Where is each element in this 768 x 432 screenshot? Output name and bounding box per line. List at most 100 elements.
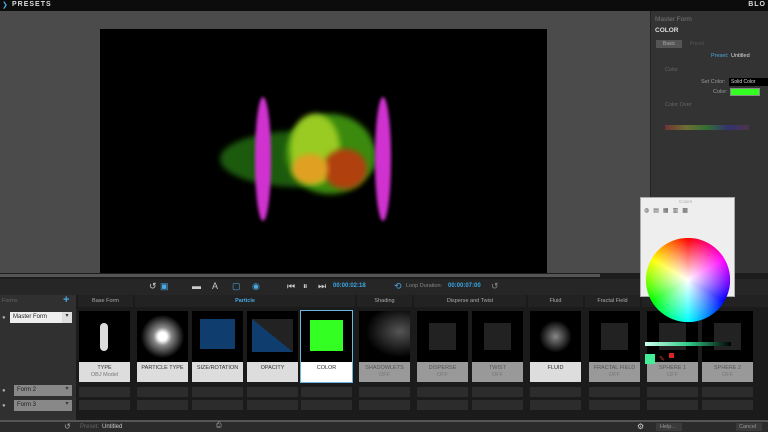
module-tile-particle-type[interactable]: PARTICLE TYPE xyxy=(137,311,188,382)
module-slot[interactable] xyxy=(417,400,468,410)
frame-icon[interactable]: ▢ xyxy=(232,281,241,292)
forms-panel: Forms + ● Master Form ▾ ● Form 2 ▾ ● Form … xyxy=(0,294,76,420)
module-slot[interactable] xyxy=(702,387,753,397)
module-title: TYPE xyxy=(97,365,112,371)
pause-icon[interactable]: ⏸ xyxy=(303,281,308,292)
color-wheel[interactable] xyxy=(645,237,731,323)
preset-value[interactable]: Untitled xyxy=(731,53,750,59)
module-slot[interactable] xyxy=(137,387,188,397)
reset-loop-icon[interactable]: ↺ xyxy=(491,281,499,292)
module-slot[interactable] xyxy=(589,400,640,410)
module-label: TYPE OBJ Model xyxy=(79,362,130,382)
section-base-form: Base Form xyxy=(78,295,133,307)
eyedropper-icon[interactable]: ✎ xyxy=(659,355,665,363)
tab-preset[interactable]: Preset xyxy=(684,40,710,48)
module-tile-type[interactable]: TYPE OBJ Model xyxy=(79,311,130,382)
form-select-3[interactable]: Form 3 ▾ xyxy=(14,400,72,411)
text-icon[interactable]: A xyxy=(212,281,218,291)
module-title: SHADOWLETS xyxy=(365,365,404,371)
module-slot[interactable] xyxy=(647,387,698,397)
gear-icon[interactable]: ⚙ xyxy=(637,422,644,431)
save-preset-icon[interactable]: ⎙ xyxy=(216,422,222,430)
module-slot[interactable] xyxy=(79,400,130,410)
help-button[interactable]: Help... xyxy=(656,423,682,431)
color-picker-window: Colors ◍▤▦▥▩ ✎ xyxy=(640,197,735,364)
module-label: SPHERE 1 OFF xyxy=(647,362,698,382)
module-title: TWIST xyxy=(488,365,507,371)
module-thumbnail xyxy=(417,311,468,362)
module-tile-sphere-2[interactable]: SPHERE 2 OFF xyxy=(702,311,753,382)
loop-label: Loop Duration: xyxy=(406,283,443,289)
module-title: PARTICLE TYPE xyxy=(141,365,184,371)
module-slot[interactable] xyxy=(702,400,753,410)
module-slot[interactable] xyxy=(192,387,243,397)
module-thumbnail xyxy=(589,311,640,362)
light-icon[interactable]: ▬ xyxy=(192,281,201,291)
module-title: SPHERE 1 xyxy=(658,365,687,371)
back-icon[interactable]: ❯ xyxy=(2,1,8,9)
loop-time[interactable]: 00:00:07:00 xyxy=(448,283,481,289)
camera-icon[interactable]: ▣ xyxy=(160,281,169,292)
cancel-button[interactable]: Cancel xyxy=(736,423,762,431)
module-slot[interactable] xyxy=(359,400,410,410)
module-tile-shadowlets[interactable]: SHADOWLETS OFF xyxy=(359,311,410,382)
module-slot[interactable] xyxy=(417,387,468,397)
form-name: Master Form xyxy=(10,312,62,323)
module-slot[interactable] xyxy=(301,387,352,397)
set-color-label: Set Color: xyxy=(701,79,726,85)
eye-icon[interactable]: ● xyxy=(2,315,6,321)
module-thumbnail xyxy=(472,311,523,362)
module-slot[interactable] xyxy=(589,387,640,397)
form-select-2[interactable]: Form 2 ▾ xyxy=(14,385,72,396)
color-swatch[interactable] xyxy=(730,88,760,96)
module-tile-fractal-field[interactable]: FRACTAL FIELD OFF xyxy=(589,311,640,382)
module-slot[interactable] xyxy=(530,400,581,410)
skip-forward-icon[interactable]: ⏭ xyxy=(318,281,326,292)
module-tile-opacity[interactable]: OPACITY xyxy=(247,311,298,382)
add-form-button[interactable]: + xyxy=(63,294,69,306)
module-tile-disperse[interactable]: DISPERSE OFF xyxy=(417,311,468,382)
module-slot[interactable] xyxy=(530,387,581,397)
eye-icon[interactable]: ◉ xyxy=(252,281,260,292)
set-color-select[interactable]: Solid Color xyxy=(729,78,768,86)
eye-icon[interactable]: ● xyxy=(2,388,6,394)
module-slot[interactable] xyxy=(647,400,698,410)
picker-mode-tabs[interactable]: ◍▤▦▥▩ xyxy=(644,207,692,214)
chevron-down-icon[interactable]: ▾ xyxy=(62,385,72,396)
module-thumbnail xyxy=(247,311,298,362)
module-slot[interactable] xyxy=(137,400,188,410)
module-slot[interactable] xyxy=(247,400,298,410)
form-select-master[interactable]: Master Form ▾ xyxy=(10,312,72,323)
chevron-down-icon[interactable]: ▾ xyxy=(62,312,72,323)
module-slot[interactable] xyxy=(301,400,352,410)
saved-color-swatch[interactable] xyxy=(669,353,674,358)
module-tile-fluid[interactable]: FLUID xyxy=(530,311,581,382)
module-tile-twist[interactable]: TWIST OFF xyxy=(472,311,523,382)
section-fluid: Fluid xyxy=(528,295,583,307)
module-label: COLOR xyxy=(301,362,352,382)
chevron-down-icon[interactable]: ▾ xyxy=(62,400,72,411)
module-tile-color[interactable]: COLOR xyxy=(300,310,353,383)
module-tile-size-rotation[interactable]: SIZE/ROTATION xyxy=(192,311,243,382)
module-slot[interactable] xyxy=(472,387,523,397)
tab-basic[interactable]: Basic xyxy=(656,40,682,48)
module-slot[interactable] xyxy=(192,400,243,410)
timeline-progress xyxy=(0,274,600,277)
section-disperse-twist: Disperse and Twist xyxy=(414,295,526,307)
module-slot[interactable] xyxy=(247,387,298,397)
reset-icon[interactable]: ↺ xyxy=(64,422,71,431)
brightness-slider[interactable] xyxy=(645,342,731,346)
reset-icon[interactable]: ↺ xyxy=(149,281,157,292)
section-particle: Particle xyxy=(135,295,355,307)
module-slot[interactable] xyxy=(79,387,130,397)
module-slot[interactable] xyxy=(359,387,410,397)
skip-back-icon[interactable]: ⏮ xyxy=(287,281,295,292)
module-slot[interactable] xyxy=(472,400,523,410)
color-over-gradient[interactable] xyxy=(665,125,749,130)
form-name: Form 2 xyxy=(14,385,62,396)
module-status: OFF xyxy=(492,372,503,378)
loop-icon[interactable]: ⟲ xyxy=(394,281,402,292)
preset-value[interactable]: Untitled xyxy=(102,424,122,430)
current-color-swatch[interactable] xyxy=(645,354,655,364)
eye-icon[interactable]: ● xyxy=(2,403,6,409)
